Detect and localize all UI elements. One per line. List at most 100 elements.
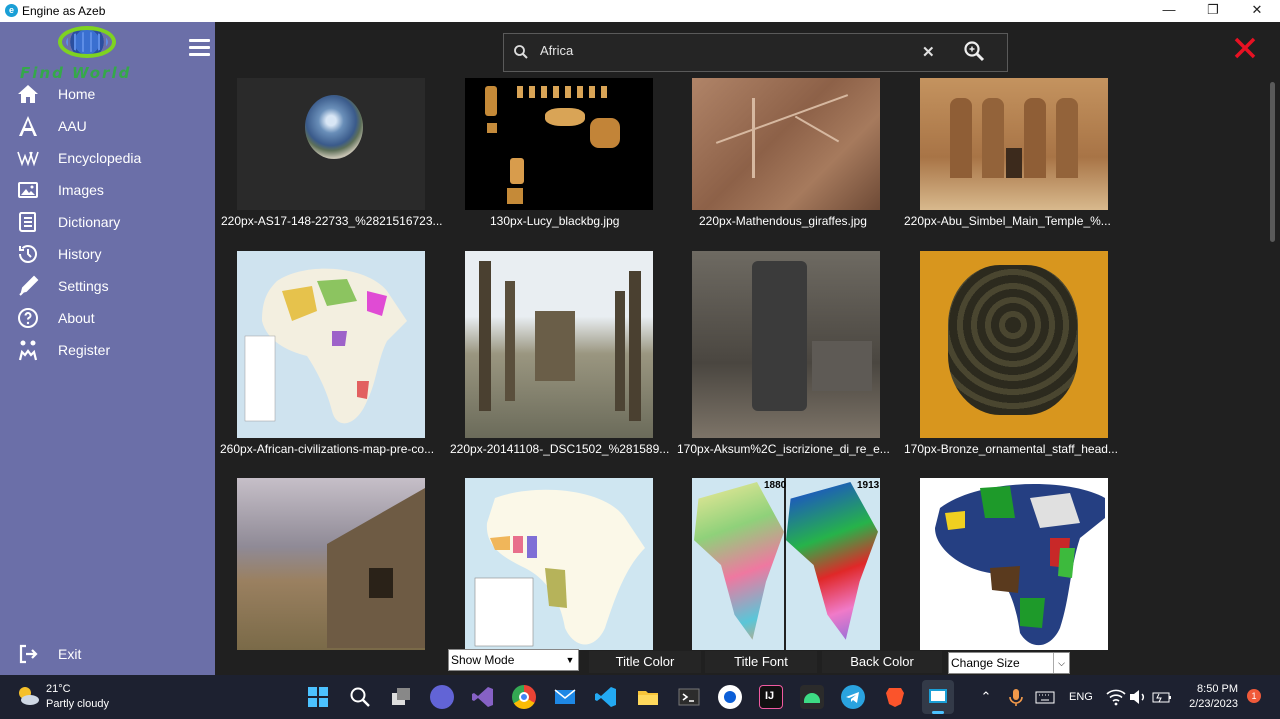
- result-image[interactable]: [465, 78, 653, 210]
- hamburger-menu-icon[interactable]: [189, 39, 210, 56]
- sidebar-item-home[interactable]: Home: [0, 80, 215, 110]
- result-image[interactable]: [237, 251, 425, 438]
- result-image[interactable]: 1880 1913: [692, 478, 880, 650]
- task-view-icon[interactable]: [389, 685, 413, 709]
- notification-badge[interactable]: 1: [1247, 689, 1261, 703]
- brave-icon[interactable]: [883, 685, 907, 709]
- sidebar-item-history[interactable]: History: [0, 240, 215, 270]
- wikipedia-icon: [17, 151, 39, 167]
- sidebar-item-label: Exit: [58, 646, 82, 662]
- sidebar-item-label: About: [58, 310, 95, 326]
- result-image[interactable]: [465, 251, 653, 438]
- visual-studio-icon[interactable]: [471, 685, 495, 709]
- sidebar-item-label: Images: [58, 182, 104, 198]
- teams-chat-icon[interactable]: [430, 685, 454, 709]
- maximize-button[interactable]: ❐: [1190, 0, 1236, 22]
- show-mode-select[interactable]: Show Mode ▼: [448, 649, 579, 671]
- volume-icon[interactable]: [1126, 685, 1150, 709]
- file-explorer-icon[interactable]: [636, 685, 660, 709]
- gallery-scrollbar[interactable]: [1266, 78, 1280, 650]
- android-studio-icon[interactable]: [800, 685, 824, 709]
- sidebar: Find World Home AAU Encyclopedia Images …: [0, 22, 215, 675]
- change-size-select[interactable]: Change Size ⌵: [948, 652, 1070, 674]
- sidebar-item-settings[interactable]: Settings: [0, 272, 215, 302]
- result-caption: 220px-20141108-_DSC1502_%281589...: [450, 442, 670, 456]
- jetbrains-icon[interactable]: IJ: [759, 685, 783, 709]
- terminal-icon[interactable]: [677, 685, 701, 709]
- result-caption: 260px-African-civilizations-map-pre-co..…: [220, 442, 435, 456]
- mail-icon[interactable]: [553, 685, 577, 709]
- result-image[interactable]: [920, 478, 1108, 650]
- sidebar-item-label: Home: [58, 86, 96, 102]
- result-caption: 220px-Abu_Simbel_Main_Temple_%...: [904, 214, 1111, 228]
- show-mode-value: Show Mode: [451, 653, 515, 667]
- sidebar-item-encyclopedia[interactable]: Encyclopedia: [0, 144, 215, 174]
- back-color-button[interactable]: Back Color: [822, 651, 942, 673]
- partly-cloudy-icon: [19, 687, 39, 705]
- result-image[interactable]: [237, 478, 425, 650]
- sidebar-item-label: Dictionary: [58, 214, 121, 230]
- result-caption: 220px-Mathendous_giraffes.jpg: [699, 214, 867, 228]
- result-caption: 170px-Bronze_ornamental_staff_head...: [904, 442, 1118, 456]
- sidebar-item-label: AAU: [58, 118, 87, 134]
- minimize-button[interactable]: —: [1146, 0, 1192, 22]
- chevron-up-icon[interactable]: ⌃: [974, 685, 998, 709]
- scrollbar-thumb[interactable]: [1270, 82, 1275, 242]
- title-font-button[interactable]: Title Font: [705, 651, 817, 673]
- result-image[interactable]: [237, 78, 425, 210]
- result-image[interactable]: [920, 78, 1108, 210]
- chevron-down-icon[interactable]: ⌵: [1053, 653, 1069, 673]
- sidebar-item-exit[interactable]: Exit: [0, 640, 215, 670]
- result-caption: 130px-Lucy_blackbg.jpg: [490, 214, 620, 228]
- system-clock[interactable]: 8:50 PM 2/23/2023: [1182, 683, 1238, 710]
- sidebar-item-about[interactable]: About: [0, 304, 215, 334]
- weather-desc: Partly cloudy: [46, 698, 109, 710]
- telegram-icon[interactable]: [841, 685, 865, 709]
- book-icon: [18, 212, 36, 232]
- battery-icon[interactable]: [1150, 685, 1174, 709]
- search-box[interactable]: Africa ✕: [503, 33, 1008, 72]
- microphone-icon[interactable]: [1004, 685, 1028, 709]
- active-app-taskbar-button[interactable]: [922, 680, 954, 714]
- windows-taskbar: 21°C Partly cloudy IJ ⌃ ENG 8:50 PM 2/23…: [0, 675, 1280, 719]
- wifi-icon[interactable]: [1104, 685, 1128, 709]
- search-icon[interactable]: [348, 685, 372, 709]
- clear-search-icon[interactable]: ✕: [922, 43, 935, 61]
- sidebar-item-label: History: [58, 246, 102, 262]
- sidebar-item-aau[interactable]: AAU: [0, 112, 215, 142]
- search-input[interactable]: Africa: [540, 43, 573, 58]
- search-icon: [514, 45, 528, 59]
- title-color-button[interactable]: Title Color: [589, 651, 701, 673]
- window-title: Engine as Azeb: [22, 4, 106, 18]
- result-image[interactable]: [920, 251, 1108, 438]
- result-image[interactable]: [465, 478, 653, 650]
- help-circle-icon: [18, 308, 38, 328]
- result-image[interactable]: [692, 78, 880, 210]
- window-titlebar: e Engine as Azeb — ❐ ✕: [0, 0, 1280, 22]
- vscode-icon[interactable]: [594, 685, 618, 709]
- result-image[interactable]: [692, 251, 880, 438]
- home-icon: [18, 85, 38, 103]
- clock-date: 2/23/2023: [1189, 698, 1238, 710]
- people-icon: [18, 340, 38, 361]
- app-shortcut-icon[interactable]: [718, 685, 742, 709]
- weather-temp: 21°C: [46, 683, 71, 695]
- app-icon: e: [5, 4, 18, 17]
- clock-time: 8:50 PM: [1197, 683, 1238, 695]
- windows-start-icon[interactable]: [306, 685, 330, 709]
- sidebar-item-dictionary[interactable]: Dictionary: [0, 208, 215, 238]
- sidebar-item-images[interactable]: Images: [0, 176, 215, 206]
- close-app-icon[interactable]: [1233, 36, 1257, 60]
- pen-icon: [19, 275, 39, 296]
- sidebar-item-label: Encyclopedia: [58, 150, 142, 166]
- map-year-label: 1913: [857, 480, 880, 491]
- history-icon: [19, 245, 37, 263]
- keyboard-icon[interactable]: [1033, 685, 1057, 709]
- search-go-icon[interactable]: [963, 40, 985, 62]
- sidebar-item-register[interactable]: Register: [0, 336, 215, 366]
- language-indicator[interactable]: ENG: [1069, 691, 1093, 703]
- window-close-button[interactable]: ✕: [1234, 0, 1280, 22]
- chevron-down-icon[interactable]: ▼: [562, 650, 578, 670]
- sidebar-item-label: Settings: [58, 278, 109, 294]
- chrome-icon[interactable]: [512, 685, 536, 709]
